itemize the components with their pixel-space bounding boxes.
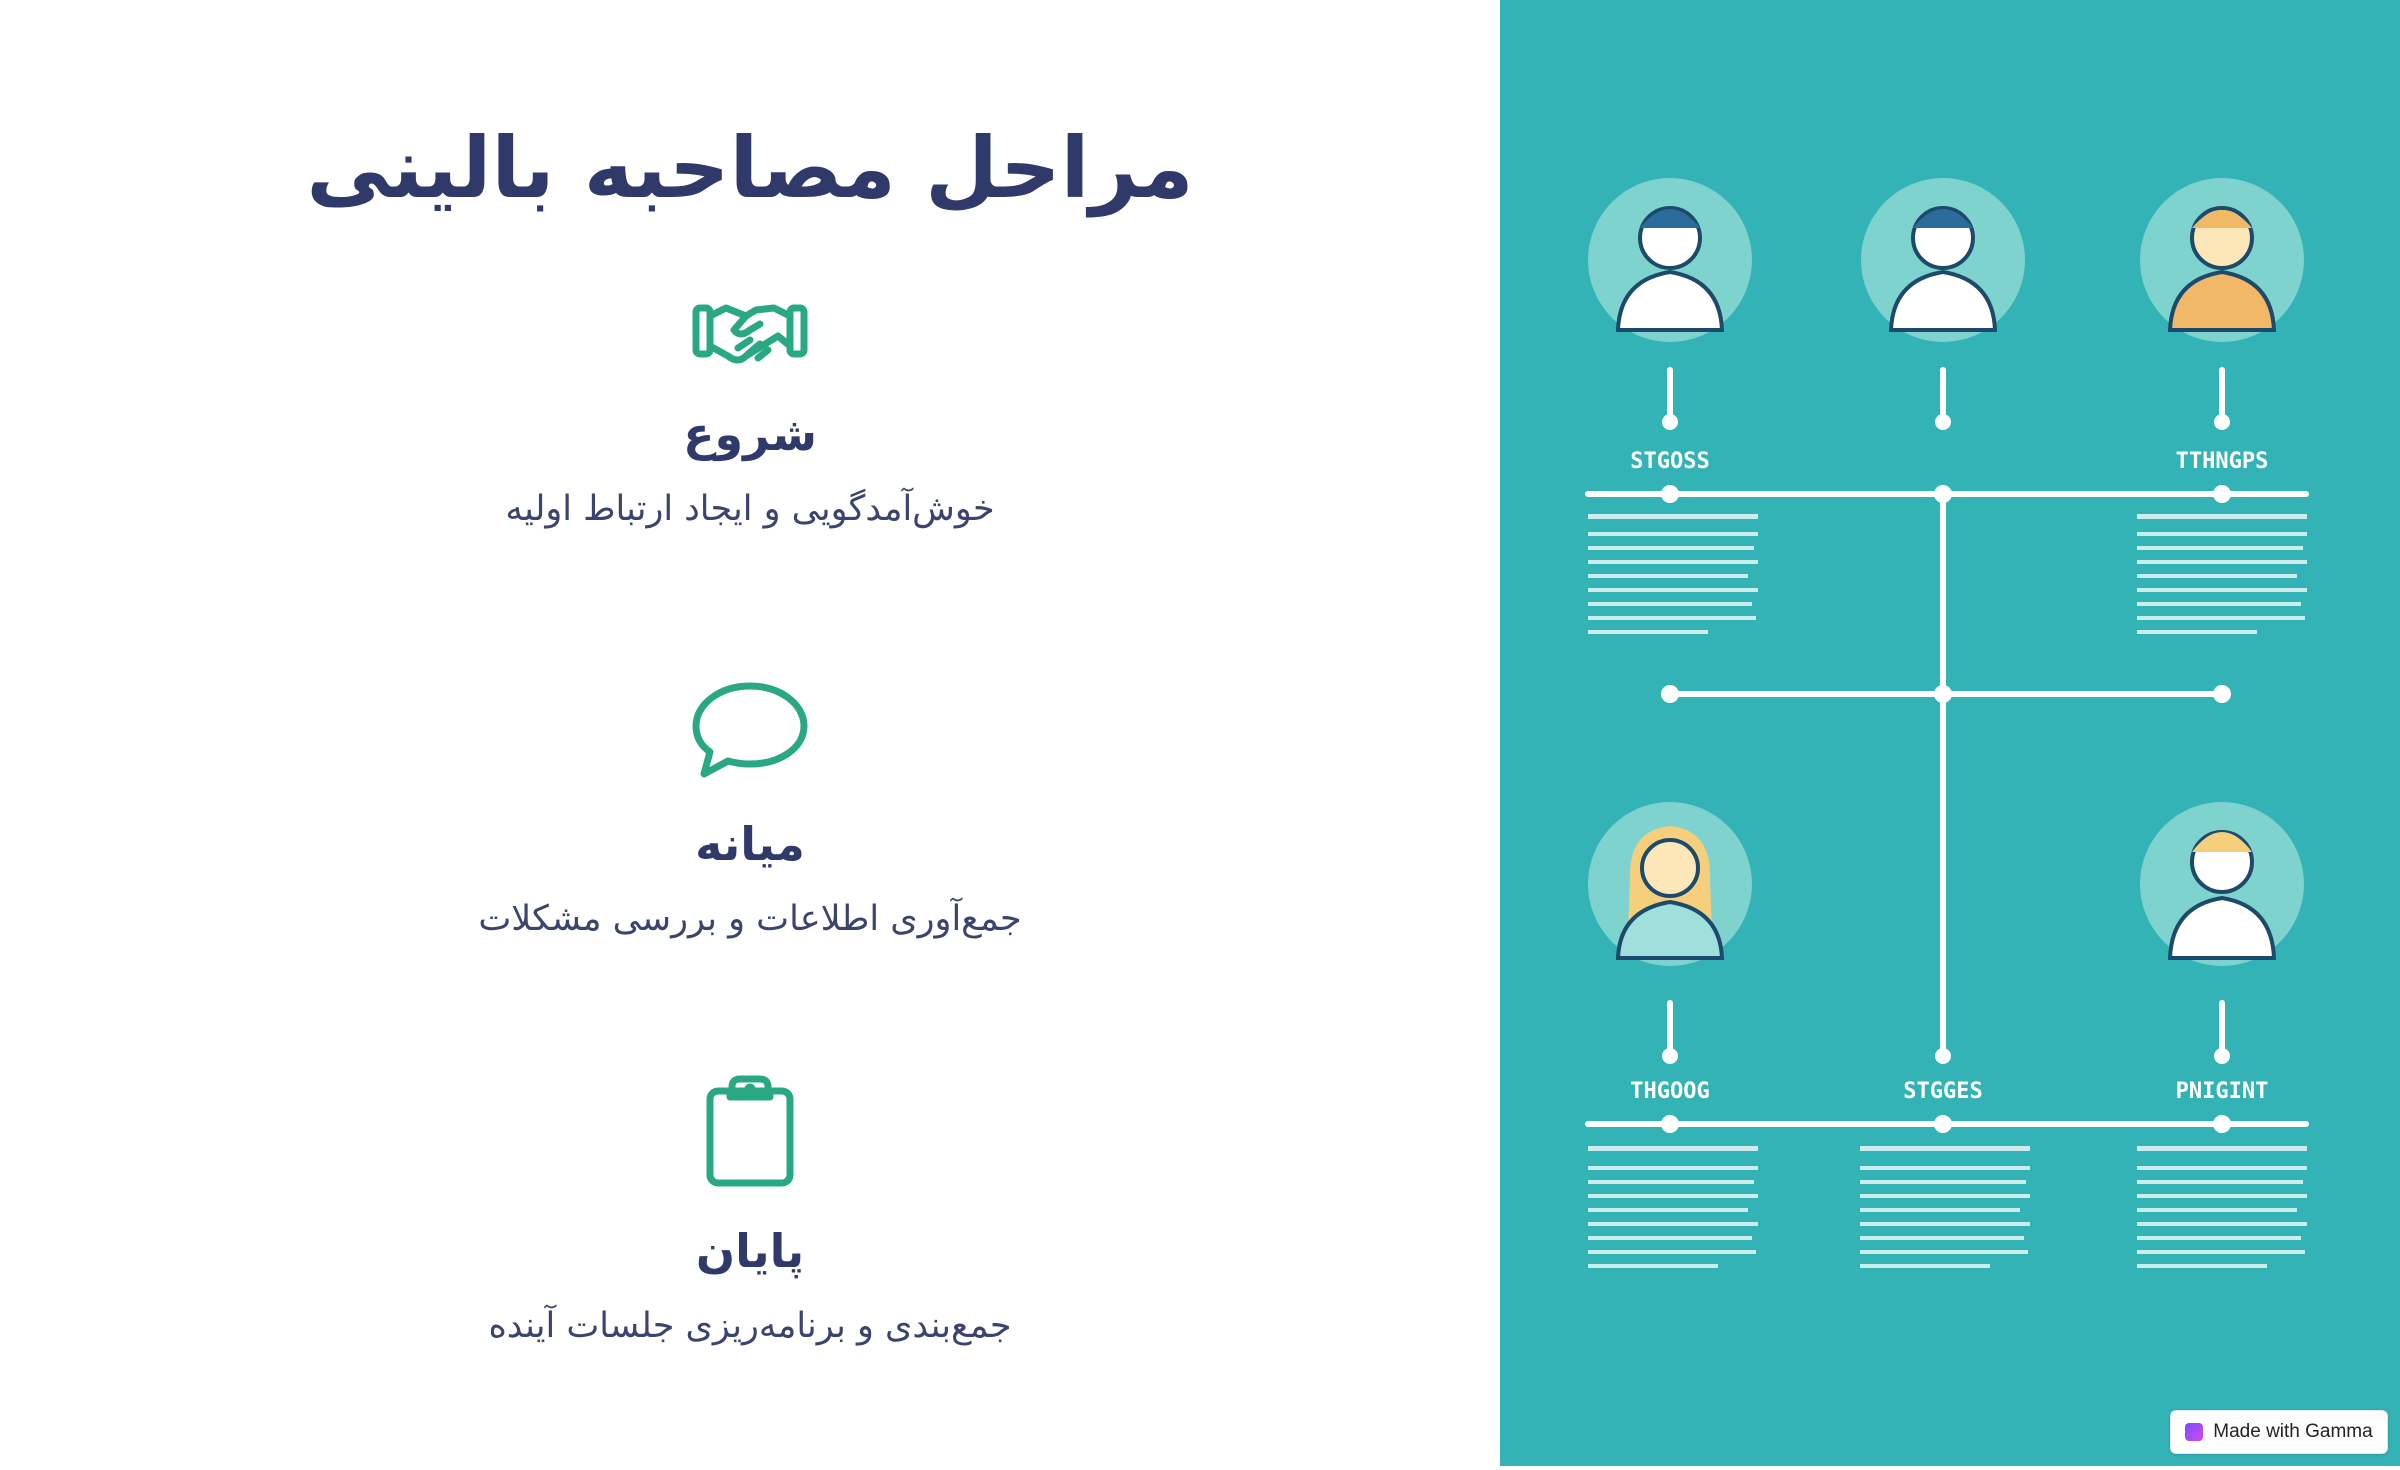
step-description: خوش‌آمدگویی و ایجاد ارتباط اولیه	[505, 489, 995, 529]
illustration-label: THGOOG	[1630, 1079, 1709, 1104]
doctor-avatar-icon	[1861, 178, 2025, 342]
step-description: جمع‌بندی و برنامه‌ریزی جلسات آینده	[488, 1306, 1012, 1346]
clipboard-icon	[706, 1075, 794, 1187]
timeline-illustration: STGOSS TTHNGPS THGOOG STGGES PNIGINT	[1585, 178, 2309, 1268]
illustration-label: TTHNGPS	[2176, 449, 2269, 474]
step-title: پایان	[695, 1224, 805, 1278]
page-title: مراحل مصاحبه بالینی	[306, 119, 1194, 217]
content-panel: مراحل مصاحبه بالینی شروع خوش‌آمدگویی و ا…	[0, 0, 1500, 1466]
step-title: شروع	[683, 407, 817, 461]
illustration-label: STGOSS	[1630, 449, 1709, 474]
step-title: میانه	[695, 817, 805, 871]
step-end: پایان جمع‌بندی و برنامه‌ریزی جلسات آینده	[0, 1075, 1500, 1351]
gamma-logo-icon	[2185, 1423, 2204, 1441]
patient-avatar-icon	[2140, 178, 2304, 342]
speech-bubble-icon	[692, 682, 808, 778]
illustration-label: PNIGINT	[2176, 1079, 2269, 1104]
step-start: شروع خوش‌آمدگویی و ایجاد ارتباط اولیه	[0, 290, 1500, 534]
made-with-gamma-badge[interactable]: Made with Gamma	[2170, 1410, 2388, 1454]
handshake-icon	[692, 304, 808, 364]
step-middle: میانه جمع‌آوری اطلاعات و بررسی مشکلات	[0, 680, 1500, 944]
doctor-avatar-icon	[1588, 178, 1752, 342]
badge-label: Made with Gamma	[2213, 1421, 2373, 1442]
patient-avatar-icon	[1588, 802, 1752, 966]
illustration-panel: STGOSS TTHNGPS THGOOG STGGES PNIGINT	[1500, 0, 2400, 1466]
step-description: جمع‌آوری اطلاعات و بررسی مشکلات	[478, 899, 1022, 939]
doctor-avatar-icon	[2140, 802, 2304, 966]
illustration-label: STGGES	[1903, 1079, 1982, 1104]
